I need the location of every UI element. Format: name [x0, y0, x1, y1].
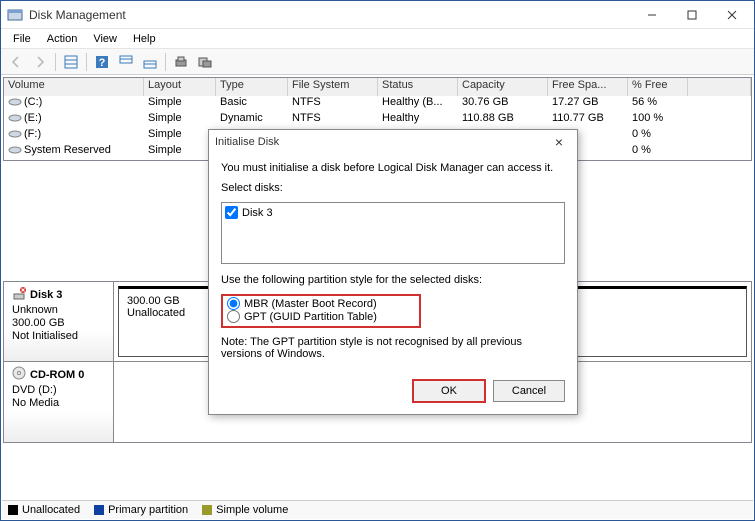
- dialog-close-button[interactable]: ×: [547, 134, 571, 150]
- app-icon: [7, 7, 23, 23]
- svg-text:?: ?: [99, 57, 106, 69]
- action-button-1[interactable]: [170, 51, 192, 73]
- menu-help[interactable]: Help: [125, 31, 164, 47]
- mbr-radio-label[interactable]: MBR (Master Boot Record): [227, 297, 415, 310]
- titlebar: Disk Management: [1, 1, 754, 29]
- settings-top-button[interactable]: [115, 51, 137, 73]
- dialog-titlebar[interactable]: Initialise Disk ×: [209, 130, 577, 154]
- dialog-message: You must initialise a disk before Logica…: [221, 162, 565, 174]
- disk-label: Disk 3 Unknown 300.00 GB Not Initialised: [4, 282, 114, 361]
- legend-key-primary: [94, 505, 104, 515]
- back-button: [5, 51, 27, 73]
- separator: [165, 53, 166, 71]
- initialise-disk-dialog: Initialise Disk × You must initialise a …: [208, 129, 578, 415]
- volume-row[interactable]: (C:) SimpleBasicNTFSHealthy (B...30.76 G…: [4, 96, 751, 112]
- gpt-radio-label[interactable]: GPT (GUID Partition Table): [227, 310, 415, 323]
- col-fs[interactable]: File System: [288, 78, 378, 96]
- partition-style-label: Use the following partition style for th…: [221, 274, 565, 286]
- separator: [55, 53, 56, 71]
- dialog-note: Note: The GPT partition style is not rec…: [221, 336, 565, 360]
- drive-icon: [8, 113, 22, 123]
- warn-icon: [12, 286, 26, 303]
- legend-key-unalloc: [8, 505, 18, 515]
- menu-action[interactable]: Action: [39, 31, 86, 47]
- action-button-2[interactable]: [194, 51, 216, 73]
- toolbar: ?: [1, 49, 754, 75]
- disk-checkbox[interactable]: [225, 206, 238, 219]
- volume-row[interactable]: (E:) SimpleDynamicNTFSHealthy110.88 GB11…: [4, 112, 751, 128]
- drive-icon: [8, 97, 22, 107]
- cd-icon: [12, 366, 26, 383]
- window-title: Disk Management: [29, 8, 632, 22]
- disk-select-list[interactable]: Disk 3: [221, 202, 565, 264]
- col-type[interactable]: Type: [216, 78, 288, 96]
- view-details-button[interactable]: [60, 51, 82, 73]
- help-button[interactable]: ?: [91, 51, 113, 73]
- drive-icon: [8, 145, 22, 155]
- drive-icon: [8, 129, 22, 139]
- forward-button: [29, 51, 51, 73]
- ok-button[interactable]: OK: [413, 380, 485, 402]
- select-disks-label: Select disks:: [221, 182, 565, 194]
- menu-view[interactable]: View: [85, 31, 125, 47]
- menubar: File Action View Help: [1, 29, 754, 49]
- partition-style-group: MBR (Master Boot Record) GPT (GUID Parti…: [221, 294, 421, 328]
- cancel-button[interactable]: Cancel: [493, 380, 565, 402]
- dialog-title: Initialise Disk: [215, 136, 547, 148]
- legend: Unallocated Primary partition Simple vol…: [2, 500, 753, 519]
- settings-bottom-button[interactable]: [139, 51, 161, 73]
- mbr-radio[interactable]: [227, 297, 240, 310]
- col-layout[interactable]: Layout: [144, 78, 216, 96]
- col-status[interactable]: Status: [378, 78, 458, 96]
- disk-select-item[interactable]: Disk 3: [224, 205, 562, 220]
- gpt-radio[interactable]: [227, 310, 240, 323]
- disk-label: CD-ROM 0 DVD (D:) No Media: [4, 362, 114, 442]
- col-pct[interactable]: % Free: [628, 78, 688, 96]
- legend-key-simple: [202, 505, 212, 515]
- col-capacity[interactable]: Capacity: [458, 78, 548, 96]
- close-button[interactable]: [712, 2, 752, 28]
- col-free[interactable]: Free Spa...: [548, 78, 628, 96]
- menu-file[interactable]: File: [5, 31, 39, 47]
- separator: [86, 53, 87, 71]
- col-volume[interactable]: Volume: [4, 78, 144, 96]
- volume-header: Volume Layout Type File System Status Ca…: [4, 78, 751, 96]
- minimize-button[interactable]: [632, 2, 672, 28]
- maximize-button[interactable]: [672, 2, 712, 28]
